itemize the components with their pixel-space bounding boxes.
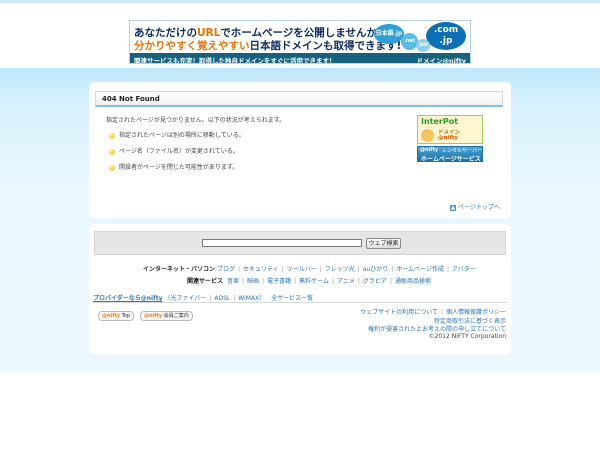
- related-services-label: 関連サービス: [187, 278, 224, 285]
- link-anime[interactable]: アニメ: [337, 278, 355, 285]
- banner-bubble-jp: 日本語.jp: [374, 24, 404, 44]
- link-au-hikari[interactable]: auひかり: [363, 266, 388, 273]
- link-flets[interactable]: フレッツ光: [325, 266, 355, 273]
- bullet-icon: [109, 164, 115, 171]
- reason-item: 指定されたページは別の場所に移動している。: [109, 130, 245, 139]
- link-toolbar[interactable]: ツールバー: [287, 266, 317, 273]
- banner-subheadline: 分かりやすく覚えやすい日本語ドメインも取得できます!: [134, 40, 402, 52]
- link-security[interactable]: セキュリティ: [243, 266, 279, 273]
- link-wimax[interactable]: WiMAX: [238, 295, 259, 302]
- banner-bubble-biz: .biz: [416, 39, 430, 52]
- link-privacy-policy[interactable]: 個人情報保護ポリシー: [446, 309, 506, 316]
- web-search-button[interactable]: ウェブ検索: [366, 238, 401, 249]
- provider-link[interactable]: プロバイダーなら@nifty: [93, 295, 162, 302]
- copyright: ©2012 NIFTY Corporation: [428, 333, 506, 340]
- error-panel: 404 Not Found 指定されたページが見つかりません。以下の状況が考えら…: [89, 82, 511, 218]
- page-title: 404 Not Found: [102, 95, 160, 103]
- footer-panel: ウェブ検索 インターネット・パソコン ブログ | セキュリティ | ツールバー | フレッツ…: [89, 224, 511, 354]
- error-title-bar: 404 Not Found: [95, 91, 503, 107]
- link-shopping[interactable]: 通販商品検索: [395, 278, 431, 285]
- link-gravure[interactable]: グラビア: [363, 278, 387, 285]
- link-music[interactable]: 音楽: [227, 278, 239, 285]
- footer-divider: [93, 302, 507, 303]
- error-intro: 指定されたページが見つかりません。以下の状況が考えられます。: [106, 117, 286, 124]
- link-games[interactable]: 無料ゲーム: [299, 278, 329, 285]
- arrow-up-icon: ▲: [450, 204, 457, 211]
- provider-links: プロバイダーなら@nifty （光ファイバー | ADSL | WiMAX） 全サービス…: [93, 295, 314, 302]
- search-bar: ウェブ検索: [94, 231, 506, 255]
- link-rights-claim[interactable]: 権利が侵害されたとお考えの際の申し立てについて: [368, 324, 506, 333]
- bullet-icon: [109, 132, 115, 139]
- page-top-link[interactable]: ▲ ページトップへ: [450, 202, 500, 211]
- link-movie[interactable]: 映画: [247, 278, 259, 285]
- search-input[interactable]: [202, 239, 362, 247]
- reason-item: 開設者がページを閉じた可能性があります。: [109, 162, 238, 171]
- reason-item: ページ名（ファイル名）が変更されている。: [109, 146, 239, 155]
- link-avatar[interactable]: アバター: [452, 266, 476, 273]
- link-adsl[interactable]: ADSL: [214, 295, 230, 302]
- nifty-top-button[interactable]: @nifty Top: [98, 311, 135, 321]
- banner-strip-text: 関連サービスも充実！取得した独自ドメインをすぐに活用できます！: [134, 56, 336, 64]
- link-blog[interactable]: ブログ: [217, 266, 235, 273]
- link-fiber[interactable]: 光ファイバー: [170, 295, 206, 302]
- domain-banner-ad[interactable]: あなただけのURLでホームページを公開しませんか？ 分かりやすく覚えやすい日本語…: [129, 20, 471, 64]
- homepage-service-ad[interactable]: @nifty レンタルサーバー ホームページサービス: [417, 146, 483, 162]
- top-border: [0, 0, 600, 3]
- banner-bubble-com: .com .jp: [426, 22, 466, 50]
- link-homepage[interactable]: ホームページ作成: [396, 266, 444, 273]
- link-all-services[interactable]: 全サービス一覧: [271, 295, 313, 302]
- mascot-icon: [421, 129, 434, 142]
- interpot-ad[interactable]: InterPot ドメイン @nifty: [417, 115, 483, 144]
- bullet-icon: [109, 148, 115, 155]
- policy-links: ウェブサイトの利用について | 個人情報保護ポリシー: [360, 309, 506, 316]
- banner-strip-brand: ドメイン@nifty: [416, 56, 466, 64]
- link-ebook[interactable]: 電子書籍: [267, 278, 291, 285]
- internet-links-label: インターネット・パソコン: [143, 266, 216, 273]
- nifty-member-button[interactable]: @nifty 会員ご案内: [140, 311, 193, 321]
- banner-strip: 関連サービスも充実！取得した独自ドメインをすぐに活用できます！ ドメイン@nif…: [130, 53, 470, 63]
- link-site-terms[interactable]: ウェブサイトの利用について: [360, 309, 438, 316]
